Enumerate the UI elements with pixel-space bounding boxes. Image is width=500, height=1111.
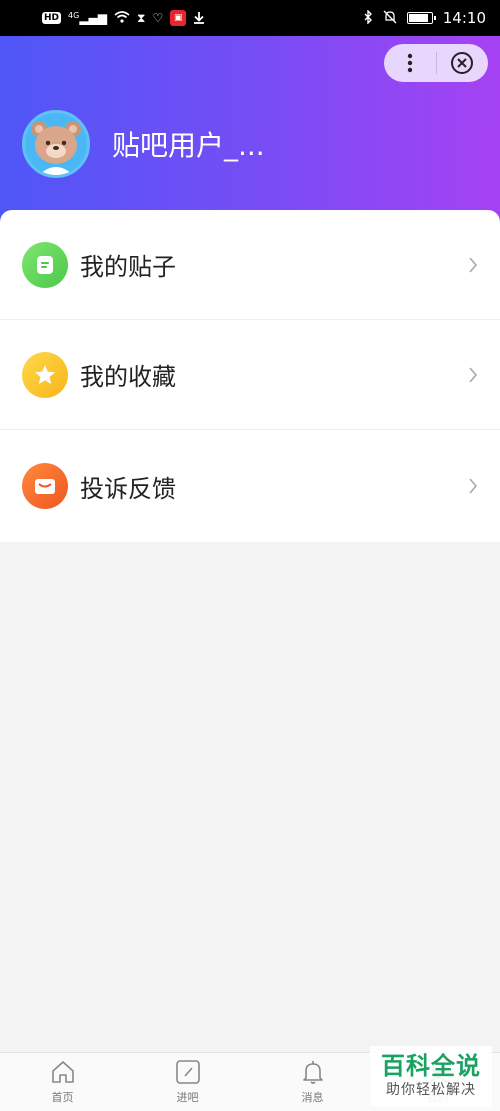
menu-card: 我的贴子 我的收藏 投诉反馈 (0, 210, 500, 542)
clock: 14:10 (442, 9, 486, 27)
hd-badge: HD (42, 12, 62, 24)
battery-icon (406, 12, 436, 24)
more-button[interactable] (384, 44, 436, 82)
tab-enter-bar[interactable]: 进吧 (125, 1053, 250, 1111)
mute-bell-icon (383, 10, 397, 26)
bell-icon (302, 1061, 323, 1084)
close-circle-icon (451, 52, 474, 74)
app-notification-icon: ▣ (170, 10, 187, 26)
menu-label: 投诉反馈 (80, 474, 176, 503)
menu-label: 我的收藏 (80, 363, 176, 391)
menu-label: 我的贴子 (80, 253, 176, 281)
chevron-right-icon (469, 256, 478, 273)
network-type: 4G (68, 11, 80, 20)
profile-header: 贴吧用户_... (0, 36, 500, 236)
home-icon (51, 1061, 74, 1083)
hourglass-icon: ⧗ (137, 11, 146, 25)
watermark-subtitle: 助你轻松解决 (386, 1082, 476, 1099)
status-bar: HD 4G▂▄▆ ⧗ ♡ ▣ 14:10 (0, 0, 500, 36)
wifi-icon (114, 11, 130, 25)
edit-icon (175, 1060, 200, 1084)
bear-avatar-icon (31, 121, 81, 175)
tab-label: 首页 (51, 1091, 74, 1104)
tab-label: 消息 (301, 1091, 324, 1104)
mail-icon (22, 463, 68, 509)
chevron-right-icon (469, 366, 478, 383)
star-icon (22, 351, 68, 398)
more-dots-icon (407, 53, 412, 73)
chevron-right-icon (469, 478, 478, 494)
post-icon (22, 241, 68, 288)
status-right: 14:10 (363, 9, 486, 27)
signal-icon: 4G▂▄▆ (68, 11, 107, 25)
tab-home[interactable]: 首页 (0, 1053, 125, 1111)
status-left: HD 4G▂▄▆ ⧗ ♡ ▣ (42, 10, 205, 26)
menu-item-feedback[interactable]: 投诉反馈 (0, 431, 500, 541)
close-button[interactable] (437, 44, 489, 82)
avatar[interactable] (22, 110, 90, 178)
tab-messages[interactable]: 消息 (250, 1053, 375, 1111)
menu-item-my-favorites[interactable]: 我的收藏 (0, 320, 500, 430)
username: 贴吧用户_... (112, 129, 265, 162)
watermark-title: 百科全说 (381, 1051, 481, 1080)
mini-program-capsule (384, 44, 488, 82)
bluetooth-icon (363, 9, 373, 26)
tab-label: 进吧 (176, 1091, 199, 1104)
download-icon (193, 11, 205, 26)
watermark-logo: 百科全说 助你轻松解决 (370, 1046, 492, 1106)
menu-item-my-posts[interactable]: 我的贴子 (0, 210, 500, 320)
heart-icon: ♡ (152, 11, 164, 25)
